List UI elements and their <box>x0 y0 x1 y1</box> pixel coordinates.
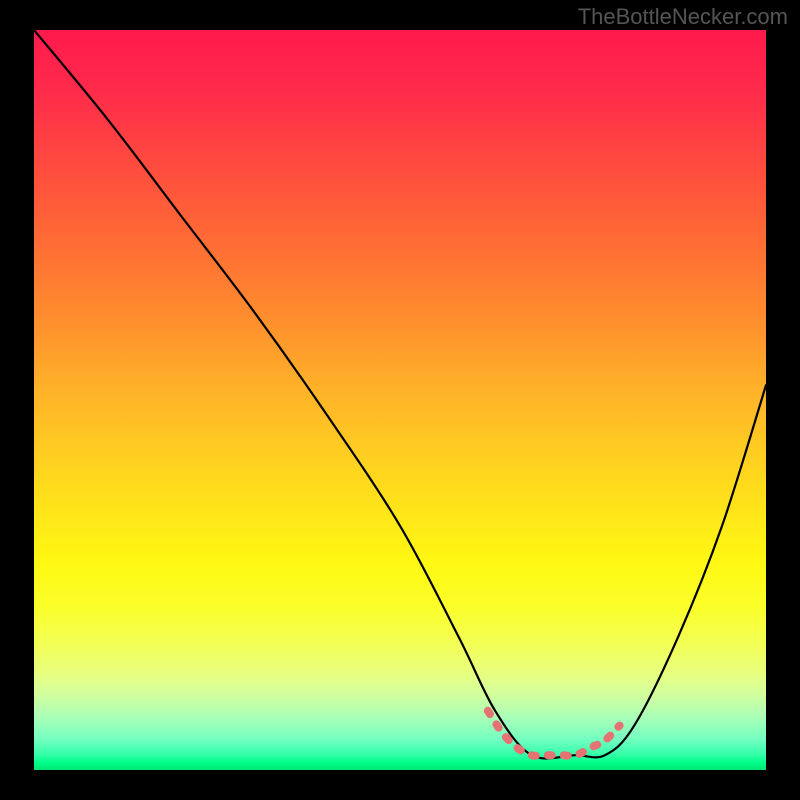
highlight-segment <box>488 711 620 756</box>
watermark-text: TheBottleNecker.com <box>578 4 788 30</box>
curve-svg <box>34 30 766 770</box>
chart-container: TheBottleNecker.com <box>0 0 800 800</box>
plot-area <box>34 30 766 770</box>
bottleneck-curve <box>34 30 766 758</box>
